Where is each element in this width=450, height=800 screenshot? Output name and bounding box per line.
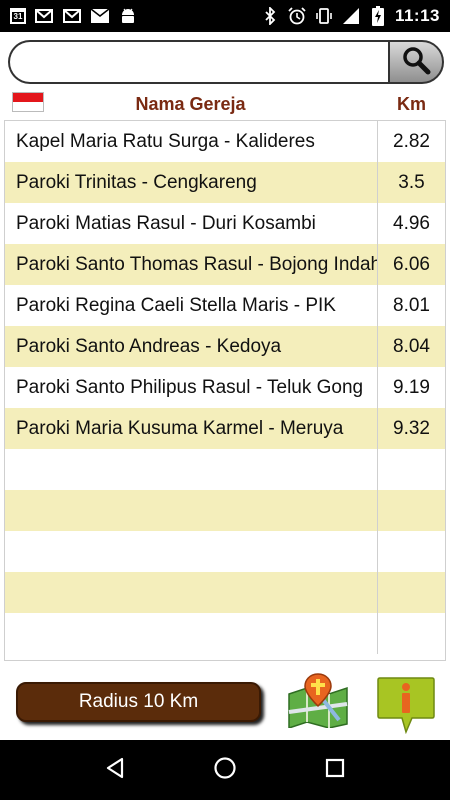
navigation-bar	[0, 740, 450, 800]
home-button[interactable]	[205, 750, 245, 790]
search-input[interactable]	[8, 40, 408, 84]
system-icons: 11:13	[260, 0, 450, 32]
battery-charging-icon	[368, 6, 388, 26]
church-map-icon	[287, 673, 349, 732]
table-row[interactable]: Paroki Maria Kusuma Karmel - Meruya 9.32	[5, 408, 445, 449]
church-distance: 9.32	[393, 417, 430, 439]
church-name: Paroki Maria Kusuma Karmel - Meruya	[5, 408, 378, 449]
church-distance: 6.06	[393, 253, 430, 275]
search-bar	[8, 40, 444, 84]
church-distance	[378, 572, 445, 613]
radius-button[interactable]: Radius 10 Km	[16, 682, 261, 722]
info-icon	[376, 677, 436, 738]
gmail-icon	[34, 6, 54, 26]
gmail-icon	[62, 6, 82, 26]
alarm-icon	[287, 6, 307, 26]
table-row	[5, 613, 445, 654]
church-list: Kapel Maria Ratu Surga - Kalideres 2.82 …	[4, 120, 446, 661]
church-distance	[378, 449, 445, 490]
table-row[interactable]: Paroki Trinitas - Cengkareng 3.5	[5, 162, 445, 203]
info-button[interactable]	[376, 676, 436, 735]
table-header: Nama Gereja Km	[4, 88, 446, 120]
church-distance	[378, 613, 445, 654]
column-header-km: Km	[396, 94, 426, 114]
notification-icons: 31	[0, 0, 138, 32]
church-name: Paroki Santo Philipus Rasul - Teluk Gong	[5, 367, 378, 408]
church-name	[5, 531, 378, 572]
church-name: Paroki Santo Andreas - Kedoya	[5, 326, 378, 367]
church-name	[5, 449, 378, 490]
church-distance	[378, 490, 445, 531]
church-name: Paroki Matias Rasul - Duri Kosambi	[5, 203, 378, 244]
church-distance: 4.96	[393, 212, 430, 234]
church-distance: 8.01	[393, 294, 430, 316]
bluetooth-icon	[260, 6, 280, 26]
table-row	[5, 490, 445, 531]
church-name: Paroki Santo Thomas Rasul - Bojong Indah	[5, 244, 378, 285]
back-icon	[104, 757, 126, 784]
home-icon	[213, 756, 237, 785]
search-icon	[401, 45, 431, 80]
church-name	[5, 613, 378, 654]
church-name: Paroki Regina Caeli Stella Maris - PIK	[5, 285, 378, 326]
map-button[interactable]	[287, 672, 349, 730]
mail-icon	[90, 6, 110, 26]
column-header-name: Nama Gereja	[135, 94, 246, 114]
signal-icon	[341, 6, 361, 26]
calendar-day: 31	[13, 12, 23, 21]
vibrate-icon	[314, 6, 334, 26]
calendar-icon: 31	[10, 8, 26, 24]
church-name	[5, 490, 378, 531]
back-button[interactable]	[95, 750, 135, 790]
church-distance: 3.5	[398, 171, 425, 193]
table-row[interactable]: Paroki Santo Philipus Rasul - Teluk Gong…	[5, 367, 445, 408]
church-name: Paroki Trinitas - Cengkareng	[5, 162, 378, 203]
church-distance: 9.19	[393, 376, 430, 398]
clock: 11:13	[394, 6, 440, 25]
search-button[interactable]	[388, 40, 444, 84]
table-row	[5, 531, 445, 572]
church-name: Kapel Maria Ratu Surga - Kalideres	[5, 121, 378, 162]
table-row[interactable]: Kapel Maria Ratu Surga - Kalideres 2.82	[5, 121, 445, 162]
table-row	[5, 449, 445, 490]
recents-icon	[325, 758, 345, 783]
church-distance	[378, 531, 445, 572]
table-row[interactable]: Paroki Santo Thomas Rasul - Bojong Indah…	[5, 244, 445, 285]
church-name	[5, 572, 378, 613]
table-row[interactable]: Paroki Regina Caeli Stella Maris - PIK 8…	[5, 285, 445, 326]
church-distance: 2.82	[393, 130, 430, 152]
table-row[interactable]: Paroki Santo Andreas - Kedoya 8.04	[5, 326, 445, 367]
table-row[interactable]: Paroki Matias Rasul - Duri Kosambi 4.96	[5, 203, 445, 244]
table-row	[5, 572, 445, 613]
recents-button[interactable]	[315, 750, 355, 790]
church-distance: 8.04	[393, 335, 430, 357]
status-bar: 31 11:13	[0, 0, 450, 32]
android-debug-icon	[118, 6, 138, 26]
